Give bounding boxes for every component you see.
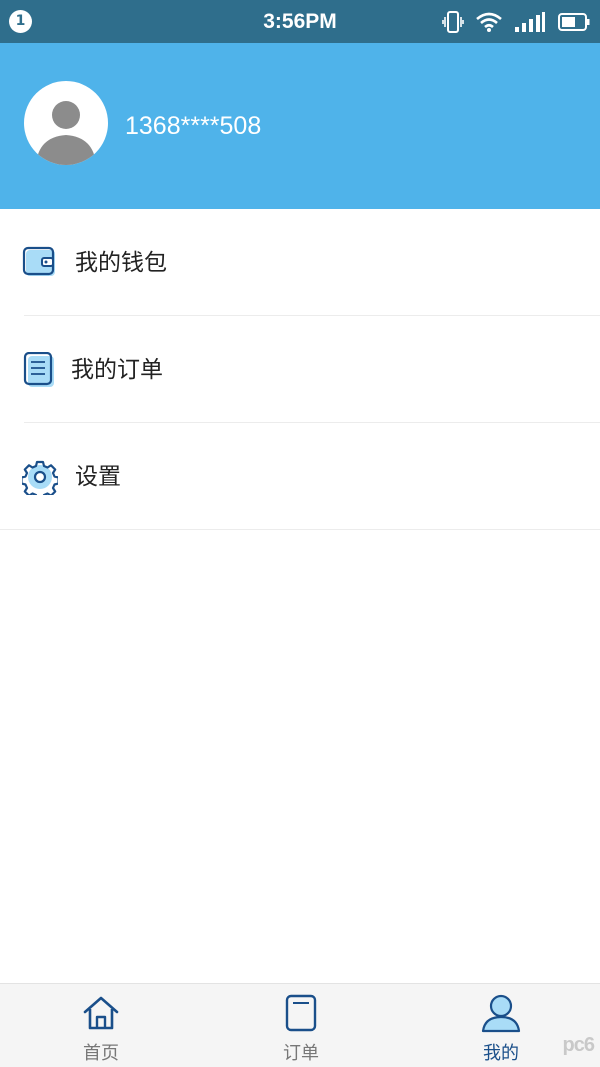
status-icons	[442, 9, 590, 35]
bottom-tab-bar: 首页 订单 我的	[0, 983, 600, 1067]
wifi-icon	[476, 12, 502, 32]
menu-item-label: 我的订单	[71, 357, 163, 383]
watermark: pc6	[562, 1034, 595, 1056]
tab-mine[interactable]: 我的	[441, 984, 561, 1067]
profile-header: 1368****508	[0, 43, 600, 209]
tab-label: 订单	[283, 1043, 319, 1064]
gear-icon	[22, 460, 58, 495]
menu-item-label: 设置	[75, 464, 121, 490]
home-icon	[83, 996, 119, 1030]
clipboard-icon	[285, 994, 317, 1032]
default-user-avatar-icon[interactable]	[24, 81, 108, 165]
menu-item-settings[interactable]: 设置	[0, 423, 600, 530]
wallet-icon	[22, 246, 55, 276]
user-icon	[481, 994, 521, 1033]
notification-count-badge: 1	[9, 10, 32, 33]
order-list-icon	[23, 352, 54, 387]
menu-item-wallet[interactable]: 我的钱包	[0, 209, 600, 316]
menu-item-label: 我的钱包	[75, 250, 167, 276]
tab-home[interactable]: 首页	[41, 984, 161, 1067]
battery-icon	[558, 13, 590, 31]
signal-icon	[515, 12, 545, 32]
user-phone[interactable]: 1368****508	[125, 106, 261, 146]
tab-orders[interactable]: 订单	[241, 984, 361, 1067]
menu-list: 我的钱包 我的订单 设置	[0, 209, 600, 530]
menu-item-orders[interactable]: 我的订单	[0, 316, 600, 423]
vibrate-icon	[442, 11, 464, 33]
status-bar: 1 3:56PM	[0, 0, 600, 43]
tab-label: 我的	[483, 1043, 519, 1064]
tab-label: 首页	[83, 1043, 119, 1064]
divider	[0, 529, 600, 530]
